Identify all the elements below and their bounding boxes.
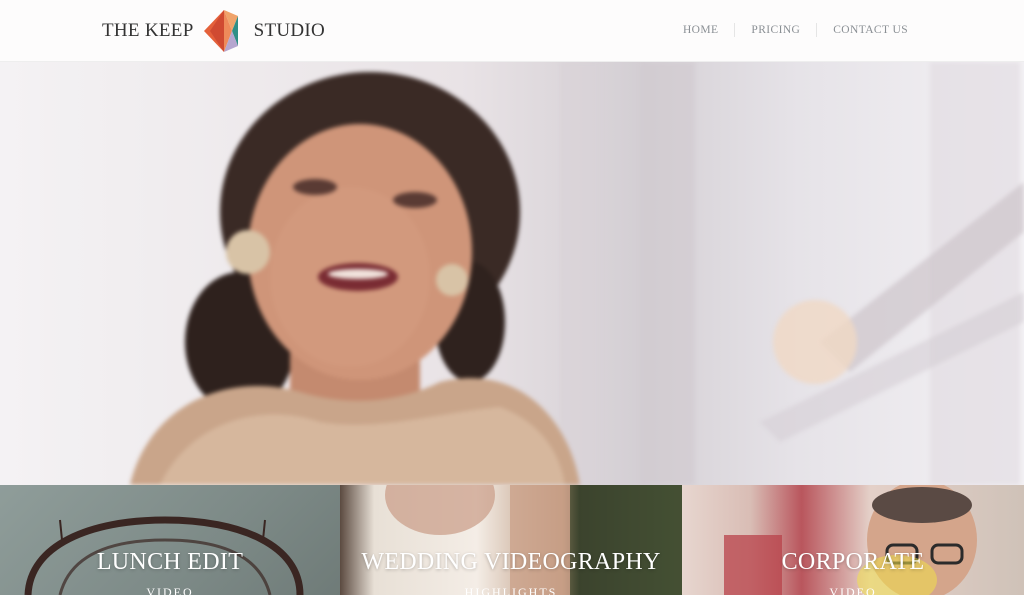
tile-subtitle: VIDEO — [146, 585, 194, 595]
site-header: THE KEEP STUDIO HOME PRICING CONTACT US — [0, 0, 1024, 62]
brand-name-left: THE KEEP — [102, 20, 194, 41]
tile-subtitle: HIGHLIGHTS — [464, 585, 558, 595]
wedding-photo-illustration — [385, 485, 682, 595]
corporate-photo-illustration — [724, 485, 977, 595]
nav-pricing[interactable]: PRICING — [734, 23, 816, 37]
tile-wedding-videography[interactable]: WEDDING VIDEOGRAPHY HIGHLIGHTS — [340, 485, 682, 595]
lunch-edit-sign-illustration — [24, 516, 304, 595]
tile-subtitle: VIDEO — [829, 585, 877, 595]
geometric-diamond-logo-icon — [203, 10, 238, 52]
tile-corporate[interactable]: CORPORATE VIDEO — [682, 485, 1024, 595]
service-tiles: LUNCH EDIT VIDEO WEDDING VIDEOGRAPHY HIG… — [0, 485, 1024, 595]
tile-title: CORPORATE — [781, 549, 925, 575]
nav-home[interactable]: HOME — [667, 23, 734, 37]
hero-image — [0, 62, 1024, 485]
tile-title: WEDDING VIDEOGRAPHY — [361, 549, 661, 575]
nav-contact-us[interactable]: CONTACT US — [816, 23, 924, 37]
brand-logo[interactable]: THE KEEP STUDIO — [102, 9, 325, 53]
hero-photo-illustration — [130, 62, 1024, 485]
brand-name-right: STUDIO — [253, 20, 326, 41]
tile-lunch-edit[interactable]: LUNCH EDIT VIDEO — [0, 485, 340, 595]
main-nav: HOME PRICING CONTACT US — [667, 0, 924, 60]
tile-title: LUNCH EDIT — [96, 549, 244, 575]
